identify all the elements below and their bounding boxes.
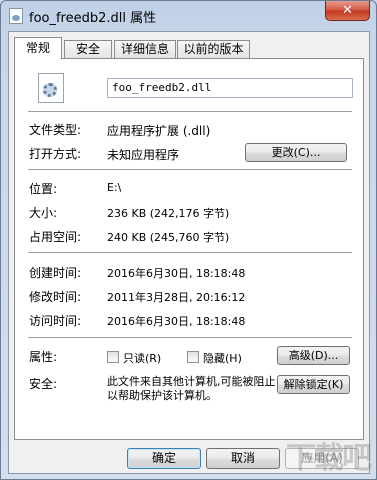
file-type-label: 文件类型:: [29, 123, 82, 137]
advanced-button[interactable]: 高级(D)...: [277, 346, 350, 365]
close-button[interactable]: ✕: [325, 1, 370, 21]
tab-previous-versions[interactable]: 以前的版本: [177, 40, 250, 58]
size-value: 236 KB (242,176 字节): [107, 207, 230, 220]
divider: [28, 111, 352, 113]
attributes-label: 属性:: [29, 350, 58, 364]
ok-button[interactable]: 确定: [127, 448, 201, 469]
tab-security[interactable]: 安全: [64, 40, 112, 58]
created-label: 创建时间:: [29, 266, 82, 280]
modified-value: 2011年3月28日, 20:16:12: [107, 291, 246, 304]
location-value: E:\: [107, 181, 122, 194]
dll-file-icon: [9, 8, 23, 24]
properties-window: foo_freedb2.dll 属性 ✕ 常规 安全 详细信息 以前的版本 fo…: [0, 0, 377, 480]
tab-general[interactable]: 常规: [14, 37, 62, 59]
dialog-client: 常规 安全 详细信息 以前的版本 foo_freedb2.dll 文件类型: 应…: [8, 31, 370, 474]
site-watermark: 下载吧: [286, 441, 372, 476]
created-value: 2016年6月30日, 18:18:48: [107, 267, 246, 280]
gear-icon: [43, 83, 57, 97]
size-label: 大小:: [29, 206, 58, 220]
title-bar[interactable]: foo_freedb2.dll 属性 ✕: [1, 1, 376, 31]
divider: [28, 337, 352, 339]
window-title: foo_freedb2.dll 属性: [29, 11, 157, 26]
accessed-value: 2016年6月30日, 18:18:48: [107, 315, 246, 328]
security-warning-text: 此文件来自其他计算机,可能被阻止以帮助保护该计算机。: [107, 375, 276, 402]
tab-details[interactable]: 详细信息: [114, 40, 176, 58]
location-label: 位置:: [29, 182, 58, 196]
divider: [28, 252, 352, 254]
size-on-disk-value: 240 KB (245,760 字节): [107, 231, 230, 244]
file-type-value: 应用程序扩展 (.dll): [107, 124, 211, 138]
cancel-button[interactable]: 取消: [206, 448, 280, 469]
hidden-label[interactable]: 隐藏(H): [203, 350, 242, 366]
divider: [28, 169, 352, 171]
readonly-label[interactable]: 只读(R): [123, 350, 161, 366]
readonly-checkbox[interactable]: [107, 351, 119, 363]
modified-label: 修改时间:: [29, 290, 82, 304]
dll-file-icon: [38, 73, 64, 103]
hidden-checkbox[interactable]: [187, 351, 199, 363]
security-label: 安全:: [29, 377, 58, 391]
file-name-field[interactable]: foo_freedb2.dll: [107, 78, 353, 98]
change-button[interactable]: 更改(C)...: [245, 143, 347, 162]
unblock-button[interactable]: 解除锁定(K): [277, 375, 350, 394]
accessed-label: 访问时间:: [29, 314, 82, 328]
open-with-label: 打开方式:: [29, 147, 82, 161]
open-with-value: 未知应用程序: [107, 148, 180, 162]
general-panel: foo_freedb2.dll 文件类型: 应用程序扩展 (.dll) 打开方式…: [14, 58, 364, 440]
size-on-disk-label: 占用空间:: [29, 230, 82, 244]
